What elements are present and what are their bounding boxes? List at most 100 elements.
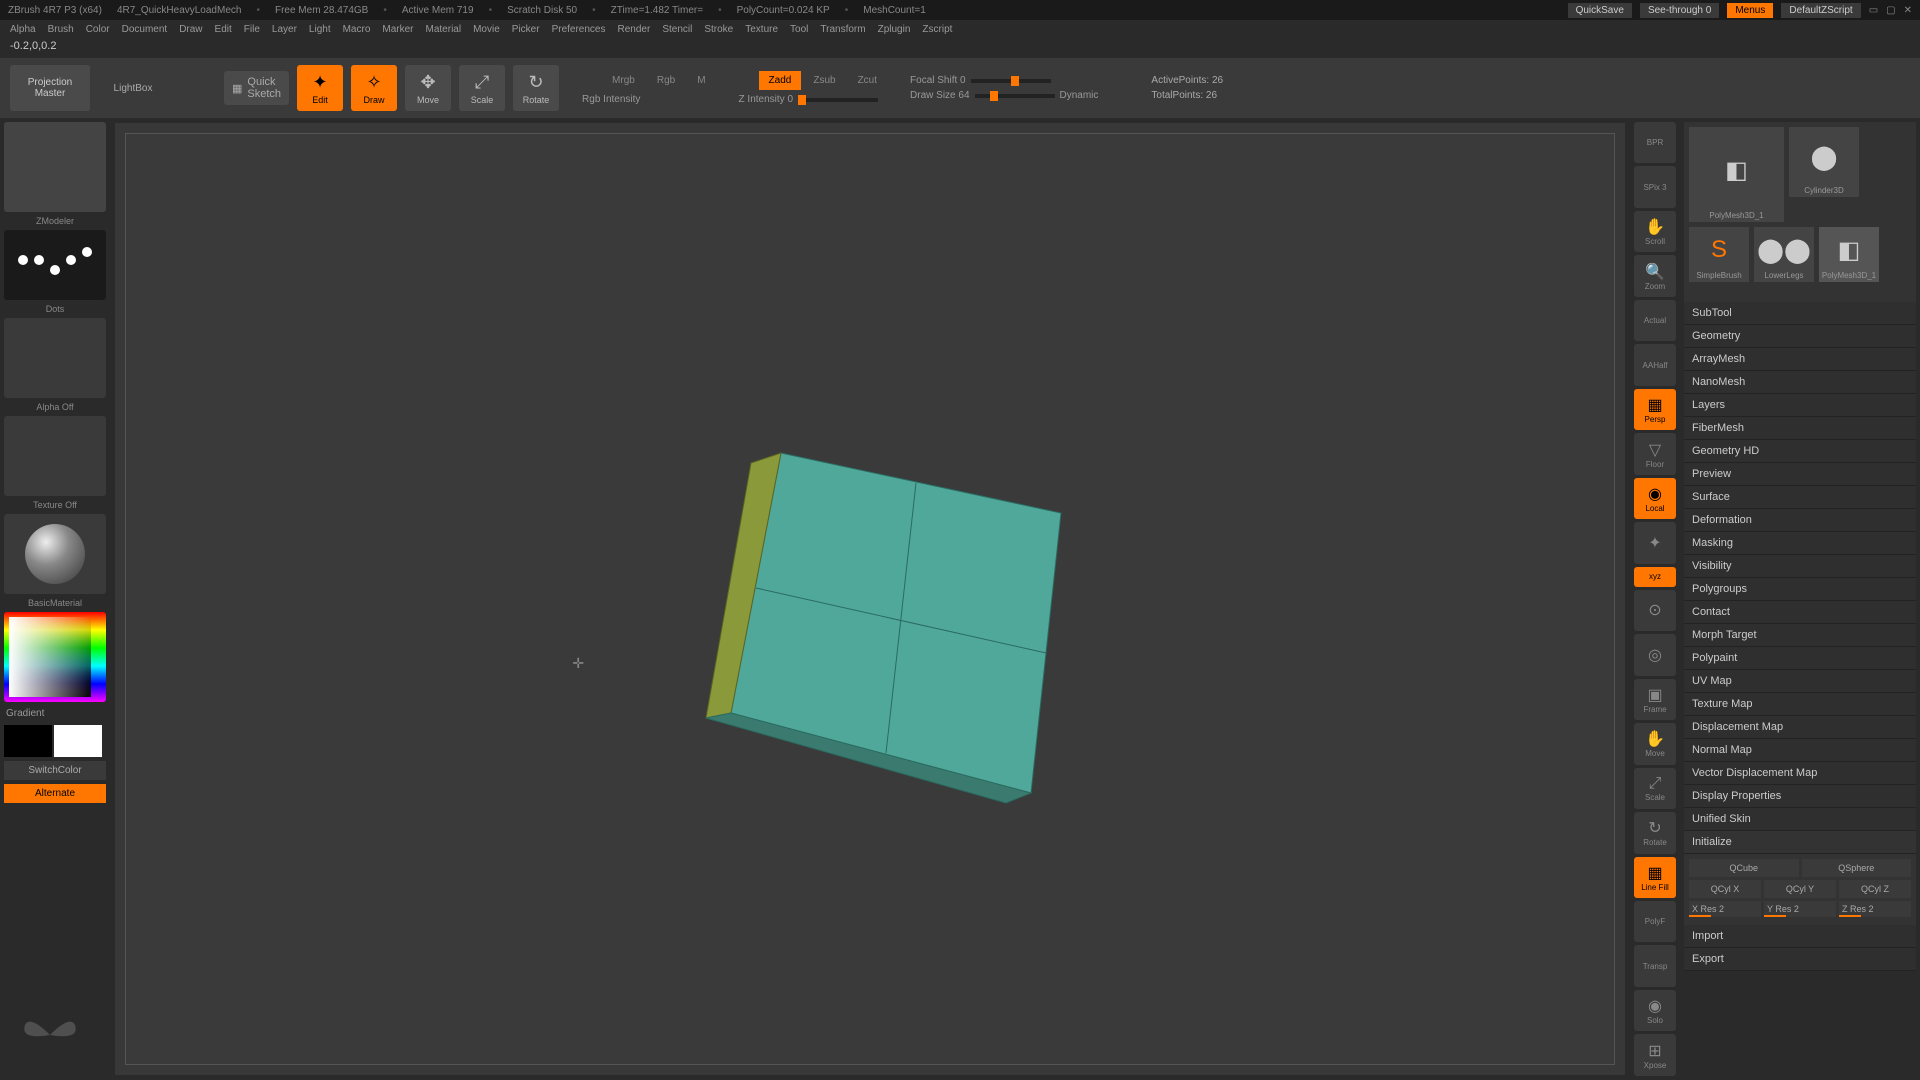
qsphere-button[interactable]: QSphere — [1802, 859, 1912, 877]
section-nanomesh[interactable]: NanoMesh — [1684, 371, 1916, 394]
floor-button[interactable]: ▽Floor — [1634, 433, 1676, 474]
section-vdispmap[interactable]: Vector Displacement Map — [1684, 762, 1916, 785]
menu-macro[interactable]: Macro — [343, 24, 371, 35]
menu-tool[interactable]: Tool — [790, 24, 808, 35]
mesh-object[interactable] — [691, 413, 1091, 833]
menu-layer[interactable]: Layer — [272, 24, 297, 35]
section-import[interactable]: Import — [1684, 925, 1916, 948]
swatch-white[interactable] — [54, 725, 102, 757]
section-texturemap[interactable]: Texture Map — [1684, 693, 1916, 716]
section-normalmap[interactable]: Normal Map — [1684, 739, 1916, 762]
menu-zscript[interactable]: Zscript — [922, 24, 952, 35]
actual-button[interactable]: Actual — [1634, 300, 1676, 341]
vrotate-button[interactable]: ↻Rotate — [1634, 812, 1676, 853]
section-initialize[interactable]: Initialize — [1684, 831, 1916, 854]
window-close-icon[interactable]: ✕ — [1904, 5, 1912, 16]
section-export[interactable]: Export — [1684, 948, 1916, 971]
scroll-button[interactable]: ✋Scroll — [1634, 211, 1676, 252]
section-polygroups[interactable]: Polygroups — [1684, 578, 1916, 601]
solo-button[interactable]: ◉Solo — [1634, 990, 1676, 1031]
linefill-button[interactable]: ▦Line Fill — [1634, 857, 1676, 898]
section-arraymesh[interactable]: ArrayMesh — [1684, 348, 1916, 371]
menu-transform[interactable]: Transform — [820, 24, 865, 35]
brush-selector[interactable] — [4, 122, 106, 212]
section-unifiedskin[interactable]: Unified Skin — [1684, 808, 1916, 831]
rot-button[interactable]: ✦ — [1634, 522, 1676, 563]
xyz-button[interactable]: xyz — [1634, 567, 1676, 587]
menu-light[interactable]: Light — [309, 24, 331, 35]
menu-stroke[interactable]: Stroke — [704, 24, 733, 35]
center-button[interactable]: ⊙ — [1634, 590, 1676, 631]
qcylz-button[interactable]: QCyl Z — [1839, 880, 1911, 898]
menu-render[interactable]: Render — [618, 24, 651, 35]
section-morph[interactable]: Morph Target — [1684, 624, 1916, 647]
stroke-selector[interactable] — [4, 230, 106, 300]
tool-mesh[interactable]: ◧PolyMesh3D_1 — [1819, 227, 1879, 282]
section-subtool[interactable]: SubTool — [1684, 302, 1916, 325]
script-button[interactable]: DefaultZScript — [1781, 3, 1860, 18]
transp-button[interactable]: Transp — [1634, 945, 1676, 986]
zsub-button[interactable]: Zsub — [803, 71, 845, 90]
section-contact[interactable]: Contact — [1684, 601, 1916, 624]
menu-material[interactable]: Material — [426, 24, 462, 35]
lightbox-button[interactable]: LightBox — [98, 65, 168, 111]
menu-stencil[interactable]: Stencil — [662, 24, 692, 35]
menu-edit[interactable]: Edit — [215, 24, 232, 35]
section-deformation[interactable]: Deformation — [1684, 509, 1916, 532]
qcube-button[interactable]: QCube — [1689, 859, 1799, 877]
local-button[interactable]: ◉Local — [1634, 478, 1676, 519]
menu-document[interactable]: Document — [122, 24, 168, 35]
section-fibermesh[interactable]: FiberMesh — [1684, 417, 1916, 440]
section-preview[interactable]: Preview — [1684, 463, 1916, 486]
window-min-icon[interactable]: ▭ — [1869, 5, 1878, 16]
section-geometry[interactable]: Geometry — [1684, 325, 1916, 348]
menu-alpha[interactable]: Alpha — [10, 24, 36, 35]
menu-movie[interactable]: Movie — [473, 24, 500, 35]
section-surface[interactable]: Surface — [1684, 486, 1916, 509]
zres-slider[interactable]: Z Res 2 — [1839, 901, 1911, 917]
alternate-button[interactable]: Alternate — [4, 784, 106, 803]
frame-button[interactable]: ▣Frame — [1634, 679, 1676, 720]
tool-brush[interactable]: SSimpleBrush — [1689, 227, 1749, 282]
drawsize-slider[interactable] — [975, 94, 1055, 98]
tool-current[interactable]: ◧PolyMesh3D_1 — [1689, 127, 1784, 222]
qcylx-button[interactable]: QCyl X — [1689, 880, 1761, 898]
bpr-button[interactable]: BPR — [1634, 122, 1676, 163]
section-displayprops[interactable]: Display Properties — [1684, 785, 1916, 808]
menu-texture[interactable]: Texture — [745, 24, 778, 35]
menu-marker[interactable]: Marker — [382, 24, 413, 35]
quicksave-button[interactable]: QuickSave — [1568, 3, 1632, 18]
qcyly-button[interactable]: QCyl Y — [1764, 880, 1836, 898]
material-selector[interactable] — [4, 514, 106, 594]
m-button[interactable]: M — [687, 71, 715, 90]
switchcolor-button[interactable]: SwitchColor — [4, 761, 106, 780]
menu-draw[interactable]: Draw — [179, 24, 202, 35]
zcut-button[interactable]: Zcut — [848, 71, 887, 90]
section-visibility[interactable]: Visibility — [1684, 555, 1916, 578]
draw-button[interactable]: ✧Draw — [351, 65, 397, 111]
zoom-button[interactable]: 🔍Zoom — [1634, 255, 1676, 296]
window-max-icon[interactable]: ▢ — [1886, 5, 1895, 16]
xpose-button[interactable]: ⊞Xpose — [1634, 1034, 1676, 1075]
menus-button[interactable]: Menus — [1727, 3, 1773, 18]
vmove-button[interactable]: ✋Move — [1634, 723, 1676, 764]
section-uvmap[interactable]: UV Map — [1684, 670, 1916, 693]
alpha-selector[interactable] — [4, 318, 106, 398]
color-picker[interactable] — [4, 612, 106, 702]
menu-color[interactable]: Color — [86, 24, 110, 35]
swatch-black[interactable] — [4, 725, 52, 757]
vscale-button[interactable]: ⤢Scale — [1634, 768, 1676, 809]
quicksketch-button[interactable]: ▦Quick Sketch — [224, 71, 289, 105]
texture-selector[interactable] — [4, 416, 106, 496]
canvas[interactable]: ✛ — [115, 123, 1625, 1075]
mrgb-button[interactable]: Mrgb — [602, 71, 645, 90]
spix-button[interactable]: SPix 3 — [1634, 166, 1676, 207]
rotate-button[interactable]: ↻Rotate — [513, 65, 559, 111]
projection-master-button[interactable]: Projection Master — [10, 65, 90, 111]
menu-preferences[interactable]: Preferences — [552, 24, 606, 35]
tool-cylinder[interactable]: ⬤Cylinder3D — [1789, 127, 1859, 197]
section-polypaint[interactable]: Polypaint — [1684, 647, 1916, 670]
persp-button[interactable]: ▦Persp — [1634, 389, 1676, 430]
viewport[interactable]: ✛ — [125, 133, 1615, 1065]
rgb-button[interactable]: Rgb — [647, 71, 685, 90]
